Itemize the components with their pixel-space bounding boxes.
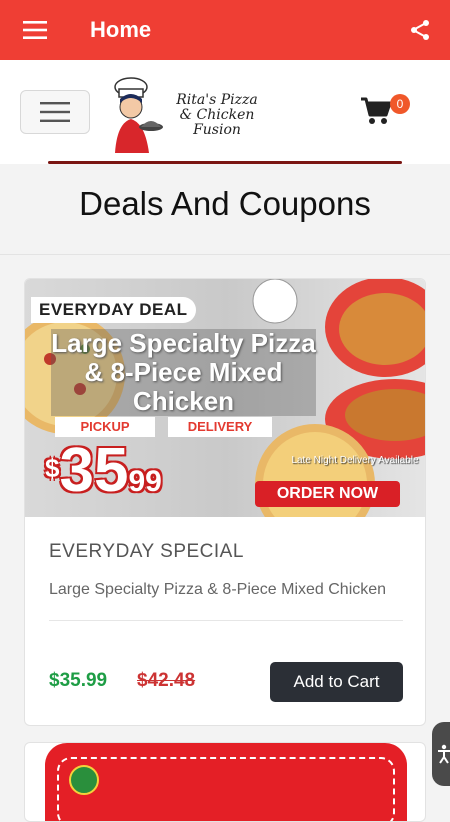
banner-price-dollar: $ (45, 453, 60, 483)
brand-logo[interactable]: Rita's Pizza & Chicken Fusion (105, 75, 265, 155)
app-bar-title: Home (90, 17, 152, 42)
coupon-banner-image[interactable] (45, 743, 407, 821)
coupon-dashed-border (57, 757, 395, 821)
brand-line-2: & Chicken (179, 107, 255, 123)
banner-price: $3599 (45, 435, 162, 506)
shopping-cart-icon (361, 97, 392, 124)
hamburger-menu-icon (23, 21, 47, 39)
site-header: Rita's Pizza & Chicken Fusion 0 (0, 60, 450, 164)
brand-line-3: Fusion (193, 122, 241, 138)
banner-price-cents: 99 (128, 465, 162, 498)
deal-description: Large Specialty Pizza & 8-Piece Mixed Ch… (49, 581, 387, 598)
brand-name: Rita's Pizza & Chicken Fusion (167, 93, 267, 138)
banner-headline: Large Specialty Pizza & 8-Piece Mixed Ch… (51, 328, 316, 416)
share-button[interactable] (390, 0, 450, 60)
chef-mascot-icon (114, 77, 163, 153)
deal-card-body: EVERYDAY SPECIAL Large Specialty Pizza &… (25, 517, 425, 621)
deal-card: EVERYDAY DEAL Large Specialty Pizza & 8-… (24, 278, 426, 726)
late-night-note: Late Night Delivery Available (291, 455, 419, 466)
accessibility-icon (438, 744, 450, 764)
cart-count-badge: 0 (390, 94, 410, 114)
brand-badge-icon (69, 765, 99, 795)
page-title: Deals And Coupons (79, 185, 371, 222)
pickup-label: PICKUP (55, 417, 155, 437)
deal-original-price: $42.48 (137, 670, 196, 691)
header-underline (48, 161, 402, 164)
accessibility-button[interactable] (432, 722, 450, 786)
title-divider (0, 254, 450, 255)
app-bar: Home (0, 0, 450, 60)
order-now-badge[interactable]: ORDER NOW (255, 481, 400, 507)
delivery-label: DELIVERY (168, 417, 272, 437)
deal-price: $35.99 (49, 670, 108, 691)
deal-price-row: $35.99 $42.48 Add to Cart (49, 660, 403, 704)
deal-chip: EVERYDAY DEAL (31, 297, 196, 323)
deal-banner-image[interactable]: EVERYDAY DEAL Large Specialty Pizza & 8-… (25, 279, 425, 517)
brand-line-1: Rita's Pizza (176, 92, 258, 108)
nav-toggle-button[interactable] (20, 90, 90, 134)
menu-button[interactable] (0, 0, 70, 60)
banner-price-main: 35 (59, 436, 129, 505)
add-to-cart-button[interactable]: Add to Cart (270, 662, 403, 702)
coupon-card (24, 742, 426, 822)
deal-title: EVERYDAY SPECIAL (49, 541, 244, 562)
hamburger-menu-icon (40, 102, 70, 122)
deal-divider (49, 620, 403, 621)
share-icon (411, 20, 429, 40)
